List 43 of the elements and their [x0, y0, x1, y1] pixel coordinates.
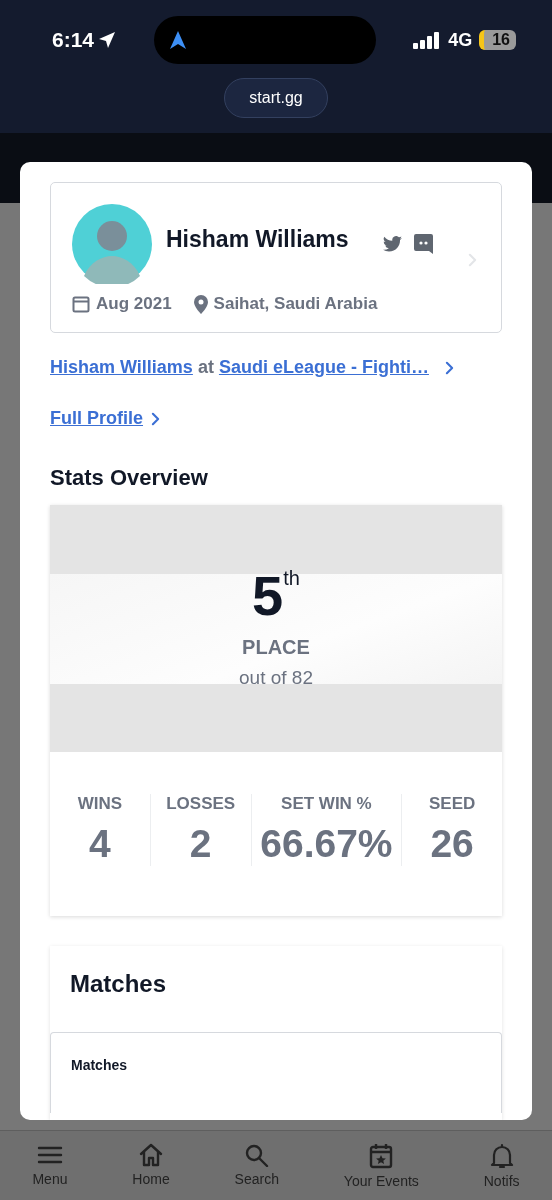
full-profile-link[interactable]: Full Profile — [50, 408, 143, 429]
join-date: Aug 2021 — [96, 294, 172, 314]
chevron-right-icon — [444, 360, 454, 375]
stat-value: 4 — [89, 822, 111, 866]
panel-title: Matches — [71, 1057, 128, 1073]
nav-tab[interactable]: Your Events — [343, 1143, 419, 1189]
nav-tab[interactable]: Menu — [32, 1143, 68, 1187]
placement-number: 5$^{th}$ — [252, 568, 300, 624]
network-type: 4G — [448, 29, 473, 51]
event-link[interactable]: Saudi eLeague - Fighti… — [218, 357, 429, 377]
calendar-icon — [72, 295, 90, 313]
location-arrow-icon — [98, 31, 117, 49]
chevron-right-icon — [151, 411, 160, 426]
section-heading: Stats Overview — [50, 465, 209, 491]
profile-card[interactable]: Hisham Williams Aug 2021 Saihat, Saudi Arabia — [50, 182, 502, 333]
stat-label: SEED — [428, 794, 476, 814]
player-location: Saihat, Saudi Arabia — [213, 294, 378, 314]
navigation-arrow-icon — [169, 31, 186, 49]
placement-label: PLACE — [242, 636, 310, 659]
battery-indicator: 16 — [479, 30, 516, 50]
location-pin-icon — [193, 294, 208, 314]
player-name: Hisham Williams — [166, 225, 349, 253]
entrant-count: out of 82 — [239, 667, 313, 689]
chevron-right-icon — [468, 253, 477, 267]
nav-tab[interactable]: Search — [234, 1143, 279, 1187]
search-icon — [243, 1143, 270, 1167]
signal-icon — [413, 31, 442, 49]
nav-tab[interactable]: Notifs — [483, 1143, 520, 1189]
nav-tab[interactable]: Home — [132, 1143, 170, 1187]
stat-value: 2 — [189, 822, 212, 866]
card-title: Matches — [69, 970, 168, 998]
event-link-line: Hisham Williams at Saudi eLeague - Fighti… — [50, 357, 429, 378]
bell-icon — [488, 1143, 515, 1169]
twitter-icon[interactable] — [382, 236, 402, 252]
status-time: 6:14 — [52, 28, 95, 52]
stat-value: 26 — [430, 822, 474, 866]
player-link[interactable]: Hisham Williams — [50, 357, 193, 377]
stat-label: LOSSES — [166, 794, 236, 814]
stat-value: 66.67% — [260, 822, 393, 866]
url-pill[interactable]: start.gg — [224, 78, 328, 118]
stat-label: WINS — [77, 794, 123, 814]
stat-label: SET WIN % — [281, 794, 372, 814]
home-icon — [138, 1143, 165, 1167]
